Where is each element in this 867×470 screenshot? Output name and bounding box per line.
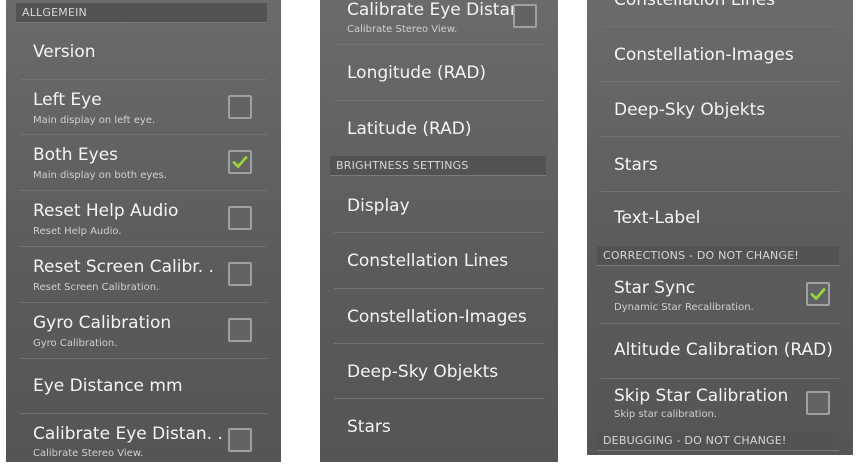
pref-constellation-images[interactable]: Constellation-Images bbox=[601, 27, 839, 82]
pref-gyro-calibration[interactable]: Gyro Calibration Gyro Calibration. bbox=[20, 303, 267, 359]
pref-title: Longitude (RAD) bbox=[347, 63, 487, 83]
pref-constellation-lines[interactable]: Constellation Lines bbox=[601, 0, 839, 27]
pref-text-label[interactable]: Text-Label bbox=[601, 192, 839, 246]
pref-title: Display bbox=[347, 196, 410, 216]
pref-left-eye[interactable]: Left Eye Main display on left eye. bbox=[20, 80, 267, 135]
star-sync-checkbox[interactable] bbox=[806, 282, 830, 306]
pref-reset-screen-calibration[interactable]: Reset Screen Calibr. . Reset Screen Cali… bbox=[20, 247, 267, 303]
reset-screen-calibration-checkbox[interactable] bbox=[228, 262, 252, 286]
pref-version[interactable]: Version bbox=[20, 25, 267, 80]
pref-stars[interactable]: Stars bbox=[601, 137, 839, 192]
pref-altitude-calibration[interactable]: Altitude Calibration (RAD) bbox=[601, 324, 839, 379]
pref-title: Constellation Lines bbox=[347, 251, 509, 271]
pref-title: Stars bbox=[614, 155, 658, 175]
left-eye-checkbox[interactable] bbox=[228, 95, 252, 119]
pref-subtitle: Dynamic Star Recalibration. bbox=[614, 302, 754, 313]
pref-star-sync[interactable]: Star Sync Dynamic Star Recalibration. bbox=[601, 268, 839, 324]
pref-title: Gyro Calibration bbox=[33, 313, 172, 333]
pref-subtitle: Main display on both eyes. bbox=[33, 170, 167, 181]
pref-title: Calibrate Eye Distan. . bbox=[347, 0, 519, 20]
calibrate-eye-distance-checkbox[interactable] bbox=[513, 4, 537, 28]
pref-calibrate-eye-distance[interactable]: Calibrate Eye Distan. . Calibrate Stereo… bbox=[20, 414, 267, 462]
section-header-debugging: DEBUGGING - DO NOT CHANGE! bbox=[597, 431, 839, 451]
gyro-calibration-checkbox[interactable] bbox=[228, 318, 252, 342]
settings-panel-brightness: Calibrate Eye Distan. . Calibrate Stereo… bbox=[320, 0, 558, 462]
pref-title: Altitude Calibration (RAD) bbox=[614, 340, 833, 360]
section-header-corrections: CORRECTIONS - DO NOT CHANGE! bbox=[597, 246, 839, 266]
pref-latitude[interactable]: Latitude (RAD) bbox=[334, 101, 544, 156]
pref-brightness-display[interactable]: Display bbox=[334, 178, 544, 233]
section-header-brightness: BRIGHTNESS SETTINGS bbox=[330, 156, 546, 176]
settings-panel-general: ALLGEMEIN Version Left Eye Main display … bbox=[6, 0, 281, 462]
pref-title: Reset Screen Calibr. . bbox=[33, 257, 214, 277]
pref-subtitle: Calibrate Stereo View. bbox=[347, 24, 458, 35]
pref-subtitle: Calibrate Stereo View. bbox=[33, 448, 144, 459]
section-header-allgemein: ALLGEMEIN bbox=[16, 3, 267, 23]
pref-brightness-stars[interactable]: Stars bbox=[334, 399, 544, 454]
pref-subtitle: Skip star calibration. bbox=[614, 409, 718, 420]
checkmark-icon bbox=[810, 288, 826, 300]
pref-title: Latitude (RAD) bbox=[347, 119, 472, 139]
pref-title: Constellation-Images bbox=[347, 307, 527, 327]
skip-star-calibration-checkbox[interactable] bbox=[806, 391, 830, 415]
reset-help-audio-checkbox[interactable] bbox=[228, 206, 252, 230]
pref-title: Skip Star Calibration bbox=[614, 386, 789, 406]
pref-title: Eye Distance mm bbox=[33, 376, 183, 396]
pref-skip-star-calibration[interactable]: Skip Star Calibration Skip star calibrat… bbox=[601, 379, 839, 431]
pref-subtitle: Gyro Calibration. bbox=[33, 338, 118, 349]
pref-title: Both Eyes bbox=[33, 145, 119, 165]
pref-both-eyes[interactable]: Both Eyes Main display on both eyes. bbox=[20, 135, 267, 191]
calibrate-eye-distance-checkbox[interactable] bbox=[228, 428, 252, 452]
pref-title: Calibrate Eye Distan. . bbox=[33, 424, 223, 444]
pref-title: Constellation-Images bbox=[614, 45, 794, 65]
pref-title: Deep-Sky Objekts bbox=[614, 100, 766, 120]
pref-title: Stars bbox=[347, 417, 391, 437]
pref-title: Deep-Sky Objekts bbox=[347, 362, 499, 382]
pref-title: Version bbox=[33, 42, 96, 62]
pref-title: Left Eye bbox=[33, 90, 102, 110]
pref-brightness-constellation-images[interactable]: Constellation-Images bbox=[334, 289, 544, 344]
pref-longitude[interactable]: Longitude (RAD) bbox=[334, 45, 544, 101]
pref-title: Star Sync bbox=[614, 278, 696, 298]
pref-reset-help-audio[interactable]: Reset Help Audio Reset Help Audio. bbox=[20, 191, 267, 247]
pref-subtitle: Reset Help Audio. bbox=[33, 226, 122, 237]
pref-subtitle: Reset Screen Calibration. bbox=[33, 282, 160, 293]
pref-title: Constellation Lines bbox=[614, 0, 776, 10]
pref-deep-sky[interactable]: Deep-Sky Objekts bbox=[601, 82, 839, 137]
pref-title: Reset Help Audio bbox=[33, 201, 179, 221]
pref-calibrate-eye-distance[interactable]: Calibrate Eye Distan. . Calibrate Stereo… bbox=[334, 0, 544, 45]
pref-brightness-constellation-lines[interactable]: Constellation Lines bbox=[334, 233, 544, 289]
settings-panel-corrections: Constellation Lines Constellation-Images… bbox=[587, 0, 853, 455]
pref-brightness-deep-sky[interactable]: Deep-Sky Objekts bbox=[334, 344, 544, 399]
pref-eye-distance[interactable]: Eye Distance mm bbox=[20, 359, 267, 414]
checkmark-icon bbox=[232, 156, 248, 168]
pref-title: Text-Label bbox=[614, 208, 701, 228]
pref-subtitle: Main display on left eye. bbox=[33, 115, 156, 126]
both-eyes-checkbox[interactable] bbox=[228, 150, 252, 174]
